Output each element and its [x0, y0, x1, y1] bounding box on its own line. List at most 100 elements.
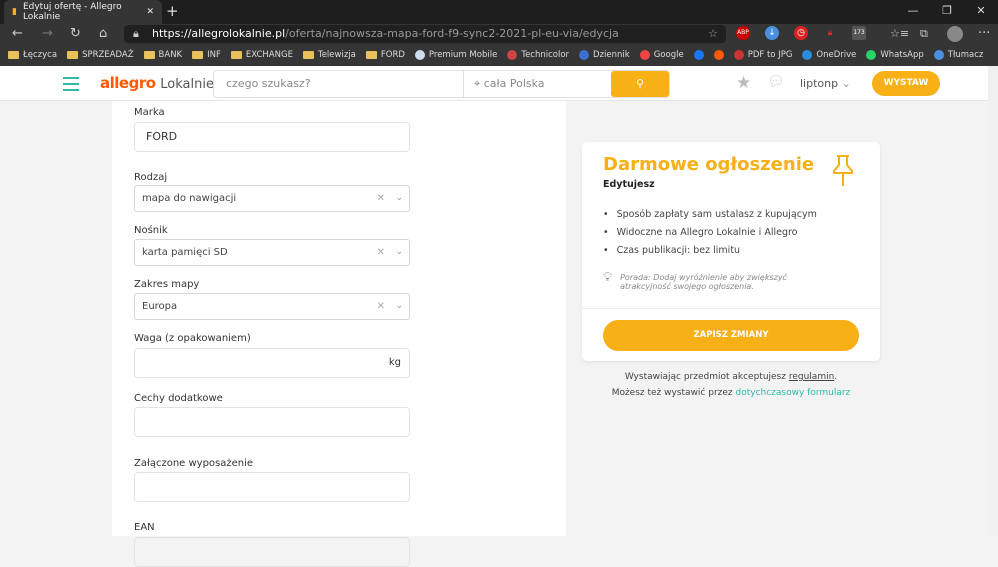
timer-extension-icon[interactable]: ◷ [794, 26, 808, 40]
user-menu[interactable]: liptonp ⌄ [800, 77, 851, 90]
bookmark-label: Łęczyca [23, 50, 58, 60]
location-pin-icon: ⌖ [474, 77, 484, 90]
reload-icon[interactable]: ↻ [70, 24, 81, 44]
note-text: Wystawiając przedmiot akceptujesz [624, 372, 789, 382]
bookmark-dziennik[interactable]: Dziennik [579, 50, 630, 60]
bookmark-pdf[interactable]: PDF to JPG [733, 50, 793, 60]
text-field[interactable] [134, 537, 410, 567]
bookmark-whatsapp[interactable]: WhatsApp [866, 50, 924, 60]
collections-icon[interactable]: ⧉ [920, 24, 928, 44]
field-label: Marka [134, 107, 165, 118]
bookmark-folder[interactable]: EXCHANGE [230, 50, 293, 60]
offer-form: Marka FORD Rodzaj mapa do nawigacji ✕ ⌄ Nośnik… [112, 101, 566, 567]
lock-extension-icon[interactable]: 🔒︎ [823, 26, 837, 40]
chevron-down-icon[interactable]: ⌄ [395, 240, 403, 265]
field-value: Europa [142, 301, 178, 312]
bookmark-page[interactable]: Premium Mobile [414, 50, 498, 60]
save-changes-button[interactable]: ZAPISZ ZMIANY [603, 320, 859, 351]
tip-line: Porada: Dodaj wyróżnienie aby zwiększyć [620, 273, 787, 282]
logo[interactable]: allegro Lokalnie [100, 74, 214, 92]
search-input[interactable]: czego szukasz? [214, 71, 464, 97]
folder-icon [8, 51, 19, 59]
more-menu-icon[interactable]: ··· [978, 24, 990, 44]
location-input[interactable]: ⌖ cała Polska [464, 71, 611, 97]
field-label: Zakres mapy [134, 279, 200, 290]
username: liptonp [800, 77, 839, 90]
tip-line: atrakcyjność swojego ogłoszenia. [620, 282, 754, 291]
field-label: Waga (z opakowaniem) [134, 333, 251, 344]
browser-tab[interactable]: ▮ Edytuj ofertę - Allegro Lokalnie ✕ [4, 0, 162, 24]
bookmark-folder[interactable]: BANK [143, 50, 182, 60]
divider [582, 308, 880, 309]
text-field[interactable]: kg [134, 348, 410, 378]
url-host: https://allegrolokalnie.pl [152, 27, 286, 40]
clear-icon[interactable]: ✕ [377, 186, 385, 211]
select-field[interactable]: Europa ✕ ⌄ [134, 293, 410, 320]
clear-icon[interactable]: ✕ [377, 294, 385, 319]
folder-icon [67, 51, 79, 59]
text-field[interactable] [134, 407, 410, 437]
bookmark-translate[interactable]: Tłumacz [933, 50, 983, 60]
browser-toolbar: ← → ↻ ⌂ 🔒︎ https://allegrolokalnie.pl/of… [0, 24, 998, 44]
bookmark-folder[interactable]: SPRZEADAŻ [67, 50, 134, 60]
bookmark-label: Google [653, 50, 684, 60]
old-form-link[interactable]: dotychczasowy formularz [736, 388, 851, 398]
bookmark-folder[interactable]: Telewizja [302, 50, 356, 60]
chevron-down-icon[interactable]: ⌄ [395, 294, 403, 319]
back-icon[interactable]: ← [12, 24, 23, 44]
feature-item: Czas publikacji: bez limitu [603, 245, 817, 256]
select-field[interactable]: mapa do nawigacji ✕ ⌄ [134, 185, 410, 212]
google-icon [639, 50, 650, 60]
home-icon[interactable]: ⌂ [99, 24, 107, 44]
bookmark-onedrive[interactable]: OneDrive [802, 50, 856, 60]
adblock-icon[interactable]: ABP [736, 26, 750, 40]
folder-icon [230, 51, 242, 59]
select-field[interactable]: karta pamięci SD ✕ ⌄ [134, 239, 410, 266]
menu-icon[interactable] [63, 77, 79, 95]
close-window-button[interactable]: ✕ [964, 0, 998, 22]
bookmark-folder[interactable]: FORD [365, 50, 405, 60]
dziennik-icon [579, 50, 590, 60]
scrollbar[interactable] [988, 66, 998, 536]
bookmark-label: Telewizja [317, 50, 356, 60]
wystaw-button[interactable]: WYSTAW [872, 71, 940, 96]
download-extension-icon[interactable]: ↓ [765, 26, 779, 40]
gmail-icon[interactable]: 173 [852, 26, 866, 40]
address-bar[interactable]: 🔒︎ https://allegrolokalnie.pl/oferta/naj… [124, 25, 726, 43]
close-tab-icon[interactable]: ✕ [146, 7, 154, 17]
bookmark-folder[interactable]: Łęczyca [8, 50, 57, 60]
browser-tab-bar: ▮ Edytuj ofertę - Allegro Lokalnie ✕ + —… [0, 0, 998, 24]
terms-note: Wystawiając przedmiot akceptujesz regula… [582, 372, 880, 382]
bookmark-google[interactable]: Google [639, 50, 684, 60]
text-field[interactable]: FORD [134, 122, 410, 152]
unit-label: kg [388, 357, 401, 368]
profile-avatar[interactable] [947, 26, 963, 42]
favorites-icon[interactable]: ☆≡ [890, 24, 909, 44]
bookmark-label: INF [207, 50, 221, 60]
allegro-icon [713, 50, 724, 60]
site-header: allegro Lokalnie czego szukasz? ⌖ cała P… [0, 66, 988, 101]
field-value: FORD [146, 130, 178, 143]
bookmark-label: PDF to JPG [747, 50, 793, 60]
chevron-down-icon[interactable]: ⌄ [395, 186, 403, 211]
search-button[interactable]: ⚲ [611, 71, 669, 97]
bookmark-facebook[interactable] [693, 50, 704, 60]
favorite-star-icon[interactable]: ☆ [708, 25, 718, 43]
field-value: karta pamięci SD [142, 247, 228, 258]
minimize-button[interactable]: — [896, 0, 930, 22]
text-field[interactable] [134, 472, 410, 502]
maximize-button[interactable]: ❐ [930, 0, 964, 22]
clear-icon[interactable]: ✕ [377, 240, 385, 265]
bookmark-tools[interactable]: Technicolor [507, 50, 569, 60]
new-tab-button[interactable]: + [166, 2, 179, 20]
field-value: mapa do nawigacji [142, 193, 237, 204]
logo-text: allegro [100, 74, 156, 92]
terms-link[interactable]: regulamin [789, 372, 834, 382]
bookmark-folder[interactable]: INF [192, 50, 221, 60]
bookmark-allegro[interactable] [713, 50, 724, 60]
facebook-icon [693, 50, 704, 60]
forward-icon[interactable]: → [42, 24, 53, 44]
watched-star-icon[interactable]: ★ [736, 73, 751, 93]
bookmark-label: Premium Mobile [428, 50, 498, 60]
messages-icon[interactable]: 💬︎ [767, 74, 785, 90]
